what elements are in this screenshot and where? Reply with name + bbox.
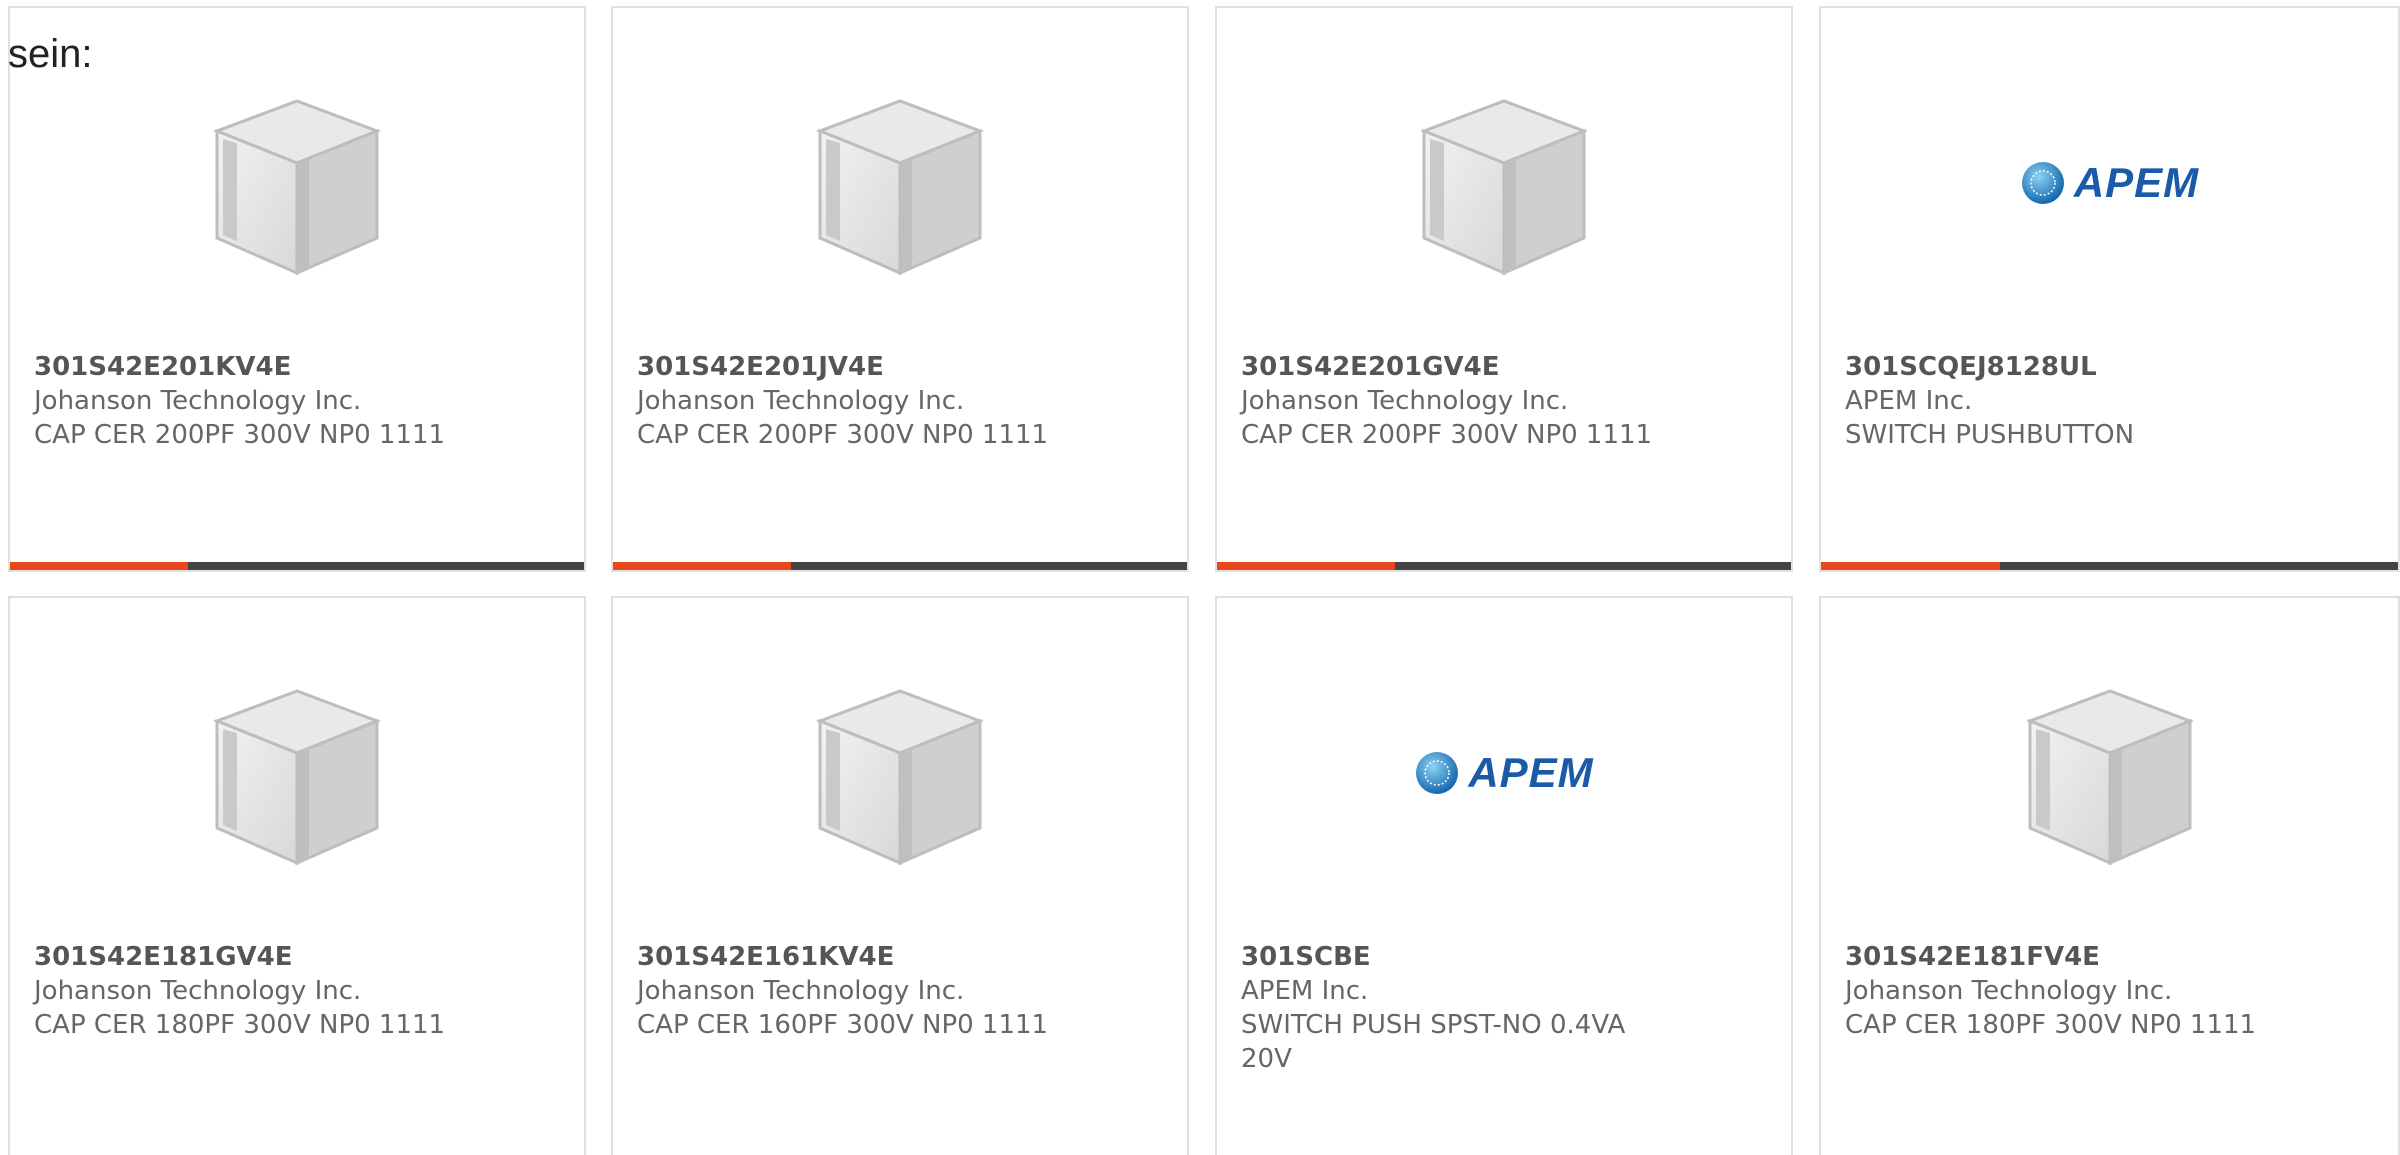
description: CAP CER 180PF 300V NP0 1111 — [34, 1010, 446, 1040]
product-card[interactable]: 301S42E161KV4E Johanson Technology Inc. … — [611, 596, 1189, 1155]
product-image[interactable] — [10, 663, 584, 883]
description: CAP CER 160PF 300V NP0 1111 — [637, 1010, 1049, 1040]
product-image[interactable] — [10, 73, 584, 293]
part-number[interactable]: 301S42E181GV4E — [34, 940, 560, 974]
description: CAP CER 200PF 300V NP0 1111 — [637, 420, 1049, 450]
part-number[interactable]: 301S42E201GV4E — [1241, 350, 1767, 384]
capacitor-cube-icon — [1419, 99, 1589, 276]
product-image[interactable] — [1821, 663, 2398, 883]
product-card[interactable]: 301S42E201GV4E Johanson Technology Inc. … — [1215, 6, 1793, 572]
apem-globe-icon — [2021, 162, 2064, 204]
apem-logo: APEM — [2020, 159, 2199, 207]
product-image[interactable] — [613, 73, 1187, 293]
product-image[interactable]: APEM — [1821, 73, 2398, 293]
part-number[interactable]: 301S42E201JV4E — [637, 350, 1163, 384]
apem-logo-text: APEM — [2073, 159, 2200, 206]
description: CAP CER 200PF 300V NP0 1111 — [34, 420, 446, 450]
manufacturer: Johanson Technology Inc. — [1845, 976, 2173, 1006]
manufacturer: APEM Inc. — [1845, 386, 1973, 416]
capacitor-cube-icon — [212, 99, 382, 276]
apem-globe-icon — [1416, 752, 1459, 794]
product-grid-page: sein: 301S42E201KV4E Johanson Technology… — [0, 0, 2400, 1155]
description: CAP CER 200PF 300V NP0 1111 — [1241, 420, 1653, 450]
capacitor-cube-icon — [815, 99, 985, 276]
product-card[interactable]: 301S42E201KV4E Johanson Technology Inc. … — [8, 6, 586, 572]
capacitor-cube-icon — [815, 689, 985, 866]
manufacturer: Johanson Technology Inc. — [1241, 386, 1569, 416]
lead-text: sein: — [8, 32, 93, 76]
product-image[interactable] — [613, 663, 1187, 883]
capacitor-cube-icon — [212, 689, 382, 866]
progress-fill — [1821, 562, 2000, 570]
product-card[interactable]: 301S42E201JV4E Johanson Technology Inc. … — [611, 6, 1189, 572]
progress-fill — [10, 562, 188, 570]
apem-logo: APEM — [1414, 749, 1593, 797]
progress-bar — [10, 562, 584, 570]
description: SWITCH PUSH SPST-NO 0.4VA 20V — [1241, 1010, 1626, 1074]
progress-fill — [1217, 562, 1395, 570]
product-card[interactable]: APEM 301SCQEJ8128UL APEM Inc. SWITCH PUS… — [1819, 6, 2400, 572]
product-card[interactable]: 301S42E181FV4E Johanson Technology Inc. … — [1819, 596, 2400, 1155]
description: SWITCH PUSHBUTTON — [1845, 420, 2135, 450]
product-image[interactable] — [1217, 73, 1791, 293]
product-image[interactable]: APEM — [1217, 663, 1791, 883]
part-number[interactable]: 301SCBE — [1241, 940, 1767, 974]
capacitor-cube-icon — [2025, 689, 2194, 866]
part-number[interactable]: 301S42E181FV4E — [1845, 940, 2374, 974]
manufacturer: Johanson Technology Inc. — [637, 386, 965, 416]
description: CAP CER 180PF 300V NP0 1111 — [1845, 1010, 2257, 1040]
manufacturer: Johanson Technology Inc. — [637, 976, 965, 1006]
apem-logo-text: APEM — [1468, 749, 1594, 796]
part-number[interactable]: 301S42E161KV4E — [637, 940, 1163, 974]
progress-bar — [613, 562, 1187, 570]
manufacturer: APEM Inc. — [1241, 976, 1369, 1006]
progress-bar — [1821, 562, 2398, 570]
manufacturer: Johanson Technology Inc. — [34, 976, 362, 1006]
progress-fill — [613, 562, 791, 570]
product-card[interactable]: APEM 301SCBE APEM Inc. SWITCH PUSH SPST-… — [1215, 596, 1793, 1155]
progress-bar — [1217, 562, 1791, 570]
manufacturer: Johanson Technology Inc. — [34, 386, 362, 416]
part-number[interactable]: 301SCQEJ8128UL — [1845, 350, 2374, 384]
part-number[interactable]: 301S42E201KV4E — [34, 350, 560, 384]
product-card[interactable]: 301S42E181GV4E Johanson Technology Inc. … — [8, 596, 586, 1155]
